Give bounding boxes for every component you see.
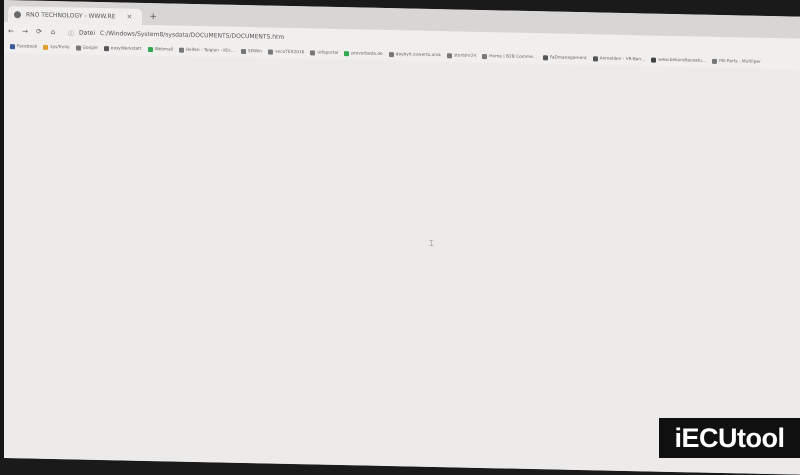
bookmark-label: provorbeda.de: [351, 51, 383, 57]
bookmark-item[interactable]: sys/frolio: [43, 44, 70, 51]
bookmark-label: daybyit.cowerto.orok: [395, 52, 441, 59]
watermark-logo: iECUtool: [659, 418, 800, 458]
bookmark-favicon-icon: [344, 51, 350, 57]
address-scheme-label: Datei: [79, 29, 96, 37]
info-icon: ⓘ: [68, 29, 75, 37]
bookmark-label: Reifen - Teiglen - Klic...: [186, 47, 235, 54]
home-icon[interactable]: ⌂: [46, 28, 60, 36]
bookmark-item[interactable]: daybyit.cowerto.orok: [388, 52, 441, 59]
bookmark-label: Webmail: [154, 47, 174, 53]
bookmark-favicon-icon: [10, 44, 15, 50]
bookmark-item[interactable]: MS Parts - Multilper: [712, 58, 761, 65]
bookmark-favicon-icon: [482, 54, 488, 60]
bookmark-label: stertshr24: [454, 53, 477, 59]
bookmark-favicon-icon: [542, 55, 548, 61]
mouse-cursor-icon: ⌶: [429, 238, 434, 249]
bookmark-favicon-icon: [651, 57, 657, 63]
bookmark-label: MS Parts - Multilper: [719, 58, 761, 65]
bookmark-item[interactable]: Google: [75, 45, 98, 51]
bookmark-favicon-icon: [75, 45, 81, 51]
bookmark-favicon-icon: [147, 47, 153, 53]
bookmark-favicon-icon: [592, 56, 598, 62]
bookmark-favicon-icon: [43, 44, 49, 50]
bookmark-favicon-icon: [447, 53, 452, 59]
bookmark-label: Google: [82, 45, 98, 51]
bookmark-label: vecoTEX2016: [275, 49, 305, 56]
bookmark-label: Home | B2B Comme...: [489, 54, 537, 61]
bookmark-label: Infoportal: [317, 50, 339, 57]
bookmark-favicon-icon: [388, 52, 394, 58]
watermark-text: iECUtool: [674, 422, 786, 453]
bookmark-item[interactable]: Infoportal: [310, 50, 338, 56]
tab-title: RNO TECHNOLOGY - WWW.RE: [26, 10, 116, 20]
bookmark-label: www.bekundtausatu...: [658, 57, 707, 64]
bookmark-label: FaDmanagement: [549, 55, 587, 62]
back-icon[interactable]: ←: [4, 27, 18, 35]
bookmark-item[interactable]: www.bekundtausatu...: [651, 57, 707, 64]
reload-icon[interactable]: ⟳: [32, 28, 46, 36]
bookmark-favicon-icon: [268, 49, 274, 55]
bookmark-favicon-icon: [103, 46, 109, 52]
bookmark-label: Facebook: [17, 44, 38, 50]
bookmark-label: Anmelden - VR-Ban...: [599, 56, 646, 63]
bookmark-item[interactable]: Reifen - Teiglen - Klic...: [179, 47, 235, 54]
bookmark-item[interactable]: vecoTEX2016: [268, 49, 305, 56]
bookmark-label: easyWerkstatt: [110, 46, 142, 52]
new-tab-button[interactable]: +: [149, 12, 157, 22]
bookmark-favicon-icon: [240, 48, 246, 55]
bookmark-item[interactable]: Webmail: [147, 47, 174, 53]
bookmark-item[interactable]: Home | B2B Comme...: [482, 54, 537, 60]
bookmark-favicon-icon: [712, 58, 718, 64]
bookmark-item[interactable]: Facebook: [10, 44, 37, 50]
bookmark-favicon-icon: [310, 50, 316, 56]
forward-icon[interactable]: →: [18, 27, 32, 35]
bookmark-label: sys/frolio: [50, 44, 70, 51]
bookmark-item[interactable]: provorbeda.de: [344, 51, 383, 57]
bookmark-favicon-icon: [179, 47, 185, 53]
address-url[interactable]: C:/Windows/System8/sysdata/DOCUMENTS/DOC…: [100, 30, 284, 41]
bookmark-item[interactable]: SDWin: [240, 48, 263, 55]
page-content: ⌶: [4, 53, 800, 475]
address-bar[interactable]: ⓘ Datei C:/Windows/System8/sysdata/DOCUM…: [68, 28, 284, 42]
browser-window: RNO TECHNOLOGY - WWW.RE × + ← → ⟳ ⌂ ⓘ Da…: [4, 0, 800, 475]
bookmark-item[interactable]: FaDmanagement: [542, 55, 587, 62]
bookmark-item[interactable]: stertshr24: [447, 53, 476, 59]
close-tab-icon[interactable]: ×: [126, 13, 132, 21]
bookmark-label: SDWin: [247, 49, 263, 55]
bookmark-item[interactable]: Anmelden - VR-Ban...: [592, 56, 646, 63]
bookmark-item[interactable]: easyWerkstatt: [103, 46, 142, 52]
globe-icon: [14, 10, 21, 18]
